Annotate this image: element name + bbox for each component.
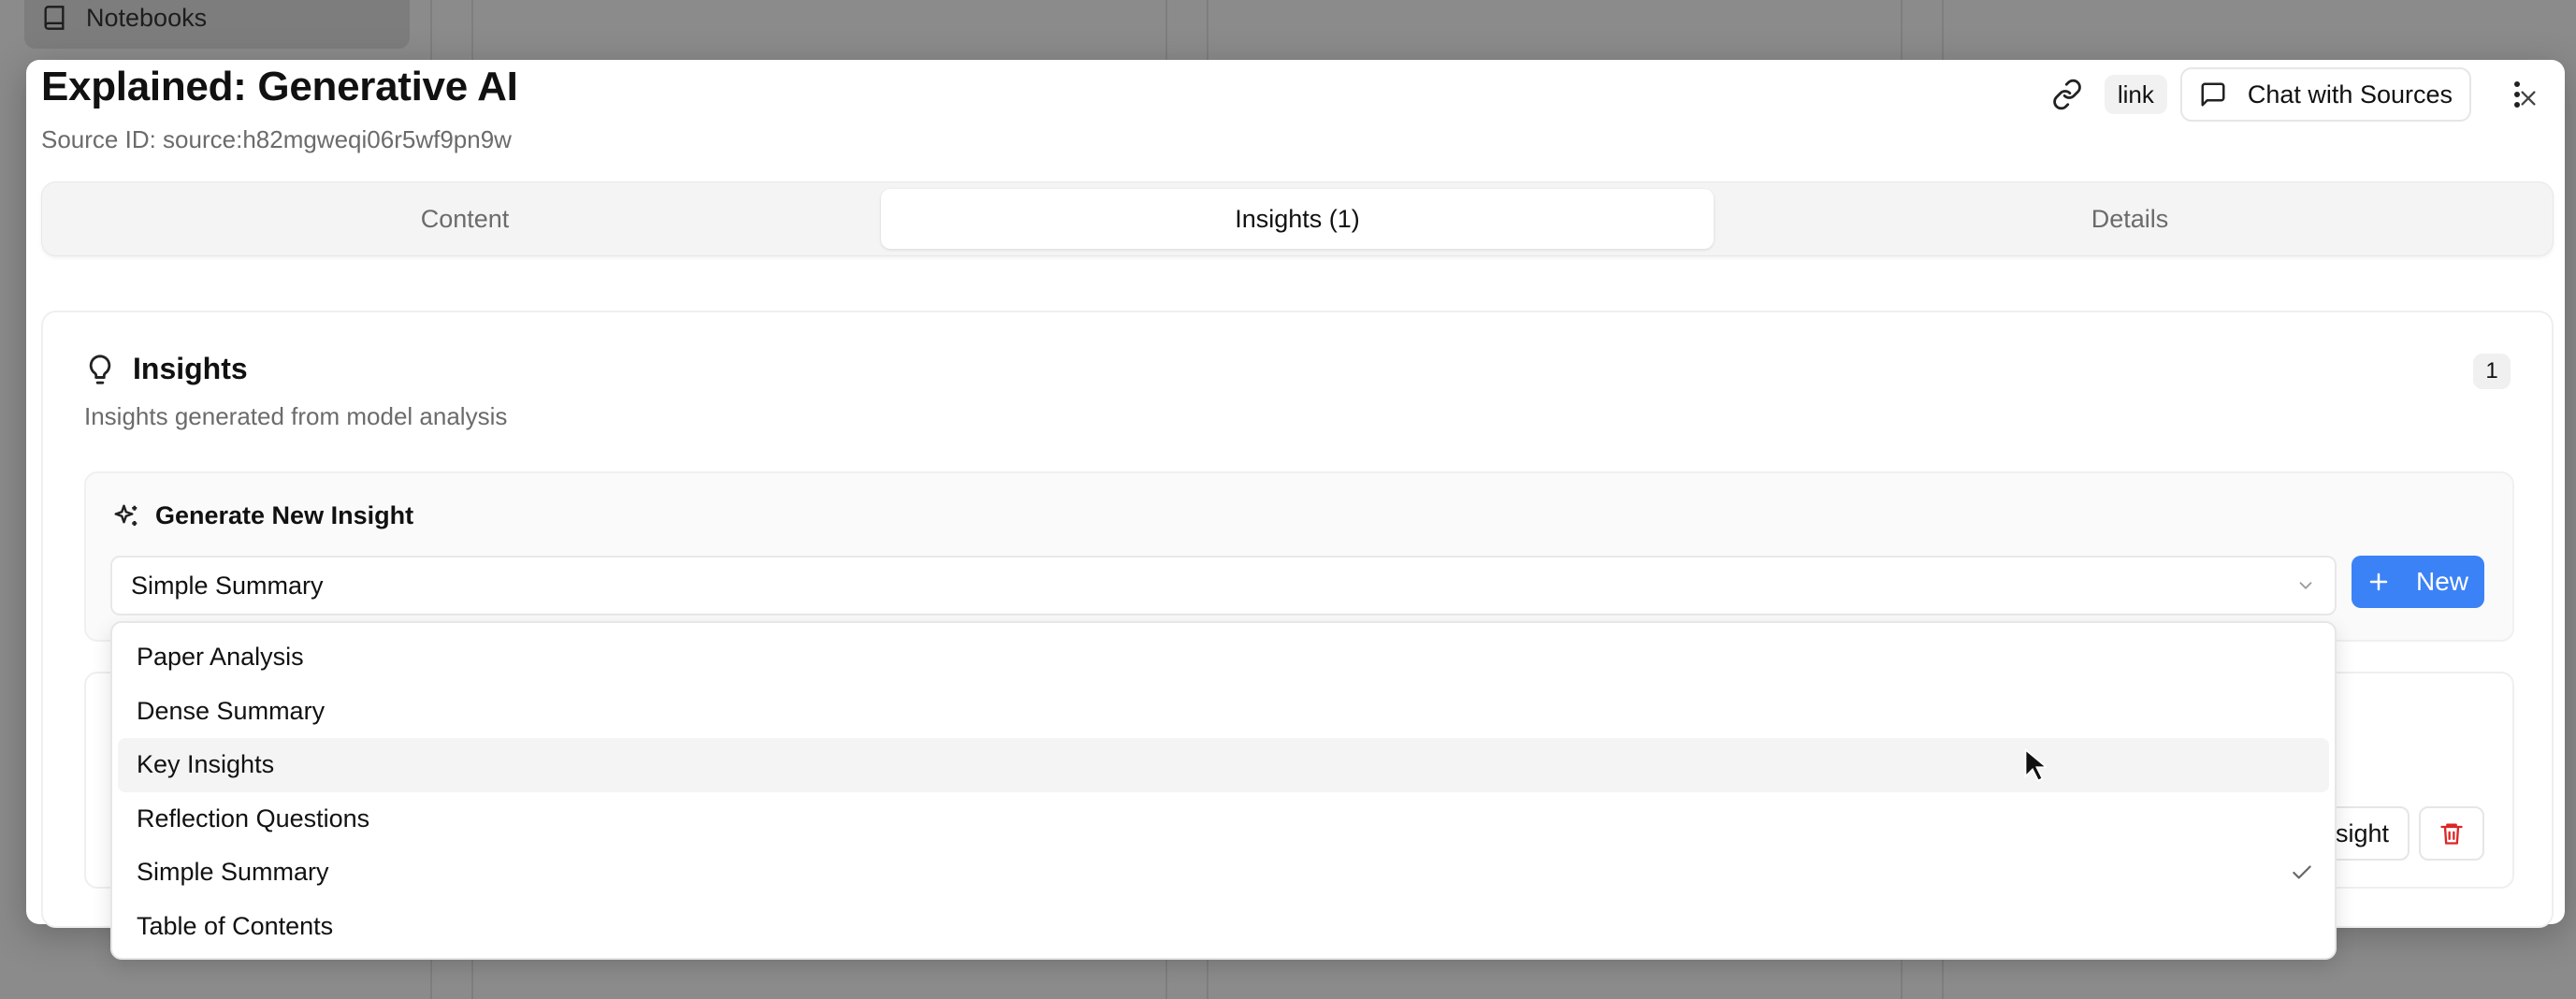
link-icon [2048,76,2086,113]
option-label: Table of Contents [137,911,334,940]
tab-details[interactable]: Details [1714,189,2546,249]
chat-with-sources-button[interactable]: Chat with Sources [2179,67,2471,122]
option-label: Key Insights [137,750,275,779]
check-icon [2293,865,2311,879]
tab-list: Content Insights (1) Details [41,181,2554,256]
new-button-label: New [2415,567,2468,596]
sparkles-icon [114,504,137,526]
insights-count-badge: 1 [2473,354,2511,389]
close-icon [2521,91,2536,106]
dropdown-option-table-of-contents[interactable]: Table of Contents [118,900,2329,954]
dropdown-option-simple-summary[interactable]: Simple Summary [118,846,2329,900]
sidebar-item-notebooks[interactable]: Notebooks [24,0,410,49]
delete-insight-button[interactable] [2419,806,2484,861]
chevron-down-icon [2299,582,2312,590]
option-label: Paper Analysis [137,643,304,672]
message-square-icon [2201,82,2225,107]
tab-insights[interactable]: Insights (1) [881,189,1714,249]
source-id: Source ID: source:h82mgweqi06r5wf9pn9w [41,125,512,153]
insights-description: Insights generated from model analysis [84,402,508,430]
insight-type-dropdown: Paper Analysis Dense Summary Key Insight… [110,621,2337,960]
option-label: Reflection Questions [137,804,370,832]
plus-icon [2369,572,2388,591]
generate-insight-panel: Generate New Insight Simple Summary New [84,471,2514,642]
chat-button-label: Chat with Sources [2247,80,2453,109]
generate-insight-title: Generate New Insight [155,501,414,529]
insights-title: Insights [133,352,248,385]
dropdown-option-key-insights[interactable]: Key Insights [118,738,2329,792]
mouse-cursor-icon [2024,748,2047,782]
tab-content[interactable]: Content [49,189,881,249]
header-actions: link Chat with Sources [2048,67,2531,122]
dialog-title: Explained: Generative AI [41,64,518,109]
book-icon [44,6,65,30]
insights-heading: Insights [84,352,248,386]
trash-icon [2440,823,2463,845]
dropdown-option-paper-analysis[interactable]: Paper Analysis [118,630,2329,685]
generate-insight-heading: Generate New Insight [112,501,413,530]
new-insight-button[interactable]: New [2352,556,2484,608]
link-badge[interactable]: link [2104,75,2167,114]
dropdown-option-dense-summary[interactable]: Dense Summary [118,685,2329,739]
lightbulb-icon [89,354,111,384]
option-label: Dense Summary [137,696,326,725]
insight-type-select[interactable]: Simple Summary [110,556,2337,615]
close-dialog-button[interactable] [2514,84,2542,112]
insight-type-selected-value: Simple Summary [131,571,324,600]
sidebar-item-label: Notebooks [86,3,208,32]
dropdown-option-reflection-questions[interactable]: Reflection Questions [118,792,2329,847]
option-label: Simple Summary [137,858,329,887]
